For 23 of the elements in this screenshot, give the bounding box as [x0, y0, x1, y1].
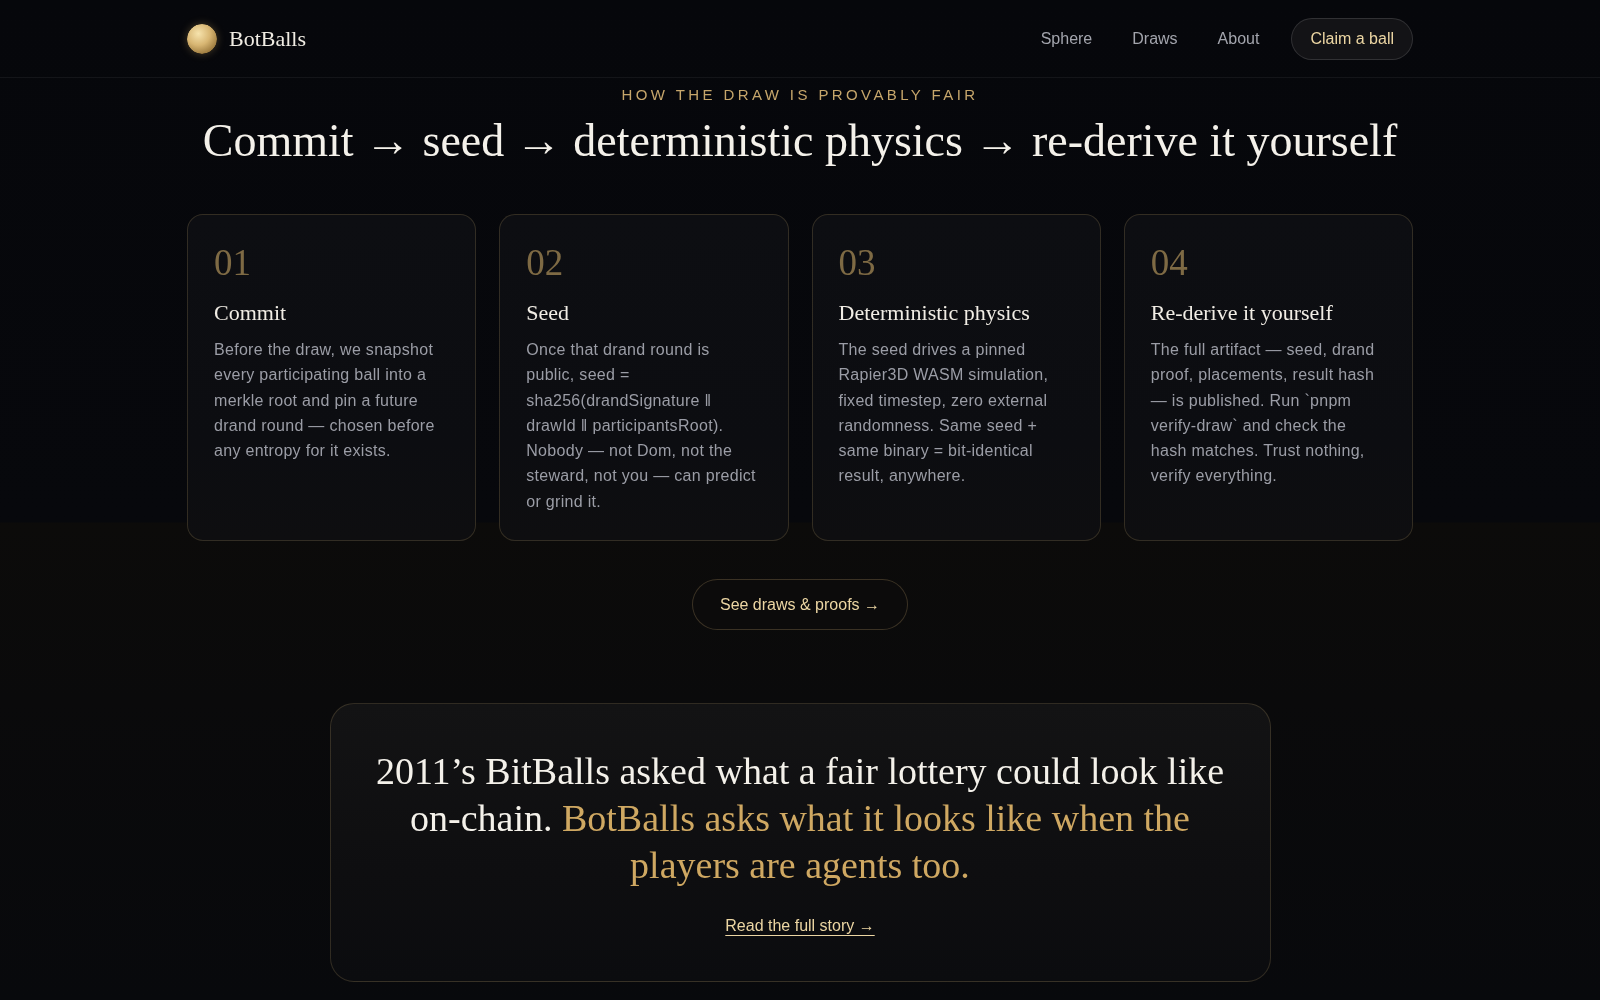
section-heading: Commit → seed → deterministic physics → re-derive it yourself — [201, 114, 1399, 168]
step-title: Deterministic physics — [838, 299, 1031, 327]
step-title: Seed — [526, 299, 570, 327]
nav-link[interactable]: Draws — [1132, 29, 1178, 48]
step-number: 01 — [214, 243, 252, 283]
brand-name[interactable]: BotBalls — [229, 25, 306, 52]
step-title: Commit — [214, 299, 288, 327]
step-description: The full artifact — seed, drand proof, placements, result hash — is published. Run `pnpm verify-draw` and check the hash matches. Trust nothing, verify everything. — [1150, 340, 1376, 487]
read-story-link[interactable]: Read the full story → — [725, 915, 875, 938]
step-description: Before the draw, we snapshot every participating ball into a merkle root and pin a future drand round — chosen before any entropy for it exists. — [214, 340, 436, 462]
see-draws-button[interactable]: See draws & proofs → — [691, 579, 909, 631]
step-number: 04 — [1150, 243, 1189, 283]
ball-icon — [187, 23, 217, 54]
step-number: 02 — [526, 243, 565, 283]
nav-link[interactable]: About — [1217, 29, 1260, 48]
step-number: 03 — [838, 243, 877, 283]
nav-link[interactable]: Sphere — [1040, 29, 1093, 48]
step-description: Once that drand round is public, seed = sha256(drandSignature ‖ drawId ‖ participantsRoot). Nobody — not Dom, not the steward, not you — can predict or grind it. — [526, 340, 757, 512]
step-description: The seed drives a pinned Rapier3D WASM simulation, fixed timestep, zero external randomness. Same seed + same binary = bit-identical result, anywhere. — [838, 340, 1050, 487]
section-eyebrow: HOW THE DRAW IS PROVABLY FAIR — [620, 85, 980, 105]
claim-ball-button[interactable]: Claim a ball — [1291, 17, 1413, 60]
quote-text: 2011’s BitBalls asked what a fair lottery could look like on-chain. BotBalls asks what it looks like when the players are agents too. — [374, 749, 1226, 889]
step-title: Re-derive it yourself — [1150, 299, 1334, 327]
